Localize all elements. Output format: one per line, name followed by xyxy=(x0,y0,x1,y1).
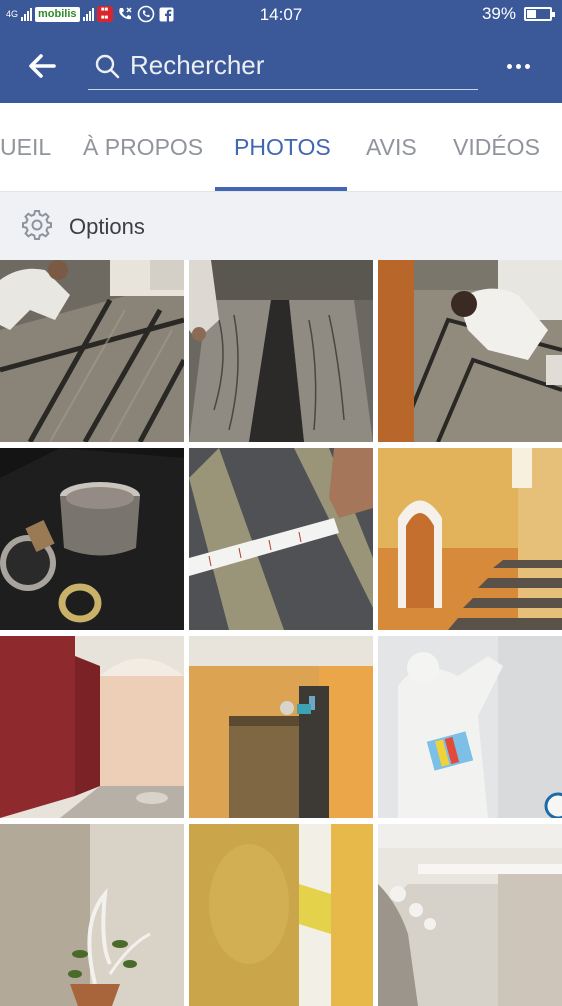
photo-tile-3[interactable] xyxy=(378,260,562,442)
back-button[interactable] xyxy=(22,48,62,84)
search-icon xyxy=(92,51,122,81)
photo-tile-4[interactable] xyxy=(0,448,184,630)
photo-tile-5[interactable] xyxy=(189,448,373,630)
status-time: 14:07 xyxy=(259,5,303,24)
photo-tile-2[interactable] xyxy=(189,260,373,442)
search-input[interactable]: Rechercher xyxy=(130,50,264,81)
photo-tile-1[interactable] xyxy=(0,260,184,442)
tab-videos[interactable]: VIDÉOS xyxy=(453,103,540,191)
options-label: Options xyxy=(69,214,145,239)
photo-tile-9[interactable] xyxy=(378,636,562,818)
dot-icon xyxy=(524,63,530,69)
dot-icon xyxy=(506,63,512,69)
back-arrow-icon xyxy=(29,54,56,78)
tab-accueil[interactable]: UEIL xyxy=(0,103,51,191)
tab-photos[interactable]: PHOTOS xyxy=(234,103,331,191)
battery-icon xyxy=(524,7,555,21)
photo-grid xyxy=(0,260,562,1006)
more-options-button[interactable] xyxy=(498,52,538,80)
tab-a-propos[interactable]: À PROPOS xyxy=(83,103,203,191)
search-bar[interactable]: Rechercher xyxy=(88,42,478,90)
dot-icon xyxy=(515,63,521,69)
battery-percent: 39% xyxy=(481,4,516,23)
photo-tile-8[interactable] xyxy=(189,636,373,818)
photo-tile-6[interactable] xyxy=(378,448,562,630)
status-right: 39% xyxy=(481,4,555,24)
photo-tile-12[interactable] xyxy=(378,824,562,1006)
app-header: Rechercher xyxy=(0,28,562,103)
status-bar: 4G mobilis ■■ ■■ 14:07 39% xyxy=(0,0,562,28)
page-tabs: UEIL À PROPOS PHOTOS AVIS VIDÉOS xyxy=(0,103,562,191)
photo-tile-7[interactable] xyxy=(0,636,184,818)
gear-icon xyxy=(22,210,52,240)
photo-tile-10[interactable] xyxy=(0,824,184,1006)
photo-tile-11[interactable] xyxy=(189,824,373,1006)
tab-avis[interactable]: AVIS xyxy=(366,103,417,191)
options-bar[interactable]: Options xyxy=(0,191,562,260)
